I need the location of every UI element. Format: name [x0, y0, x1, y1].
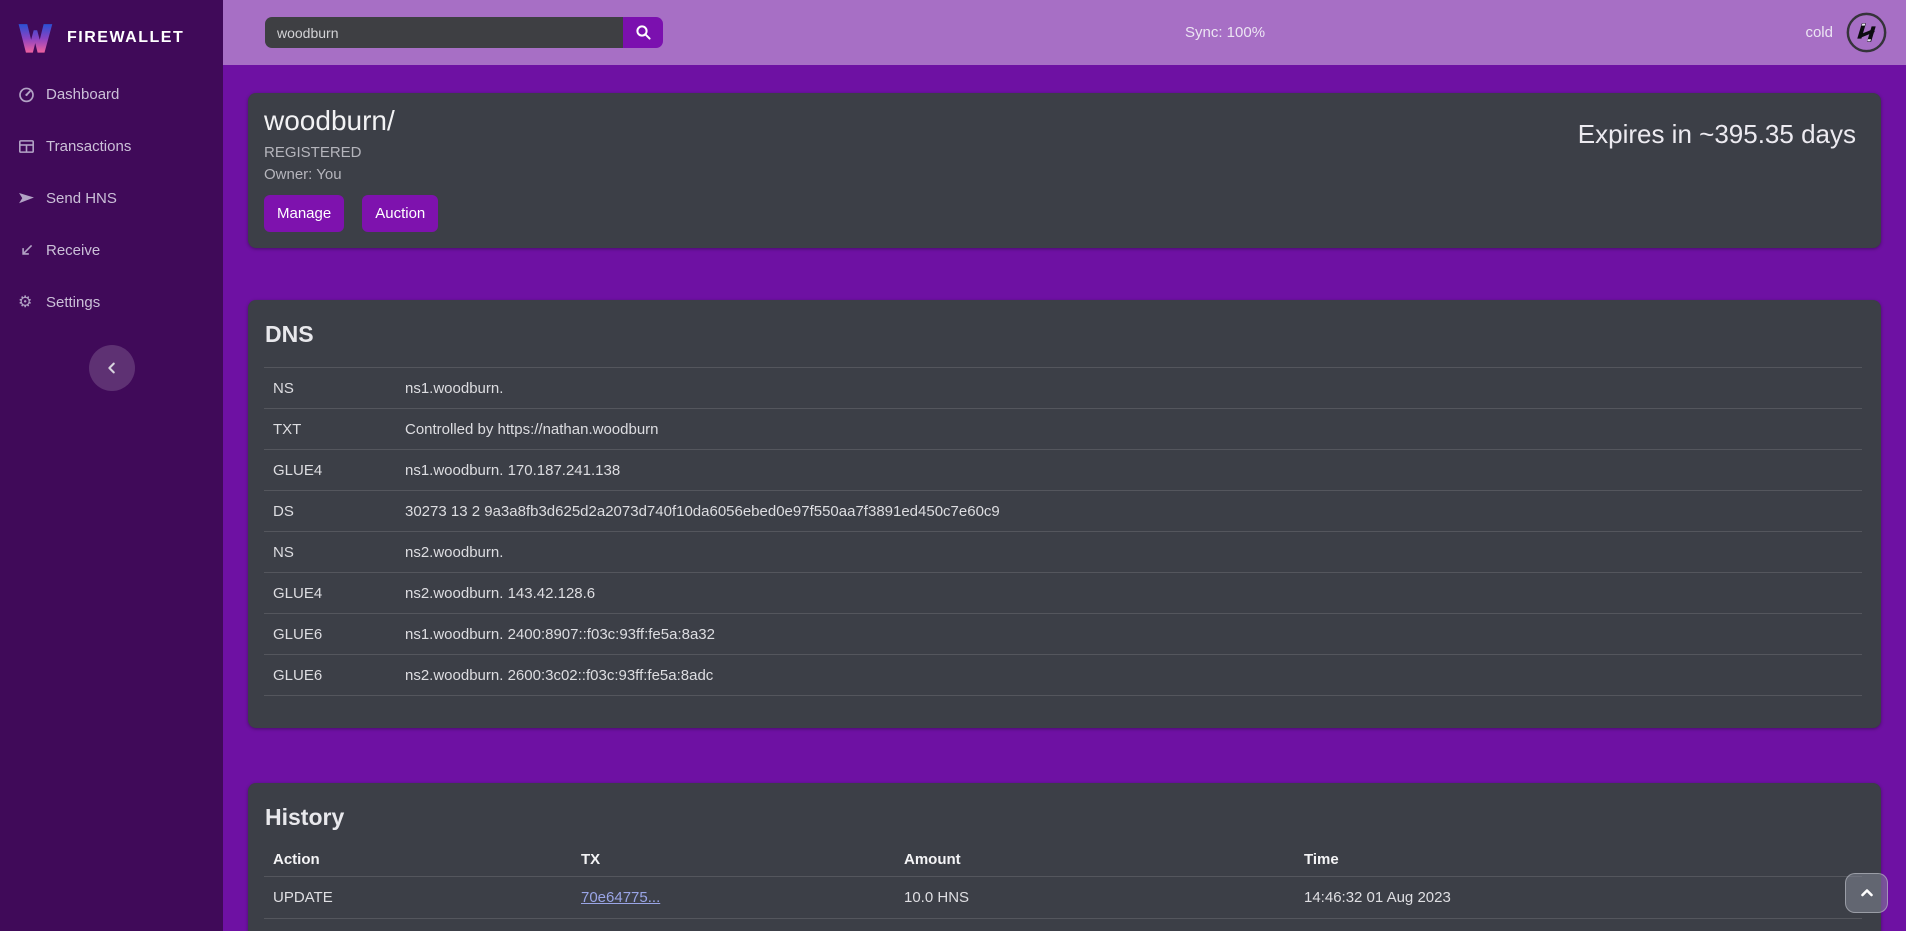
history-card: History Action TX Amount Time UPDATE 70e… [248, 783, 1881, 931]
dns-record-value: ns2.woodburn. [405, 544, 1862, 561]
sidebar-item-label: Receive [46, 242, 100, 259]
dns-record-value: Controlled by https://nathan.woodburn [405, 421, 1862, 438]
gear-icon: ⚙ [18, 294, 35, 311]
firewallet-logo-icon [16, 19, 54, 57]
sidebar-collapse-button[interactable] [89, 345, 135, 391]
domain-actions: Manage Auction [248, 183, 1881, 232]
auction-button[interactable]: Auction [362, 195, 438, 232]
sidebar-item-settings[interactable]: ⚙ Settings [0, 276, 223, 328]
sidebar-item-send-hns[interactable]: Send HNS [0, 172, 223, 224]
domain-owner-label: Owner: You [248, 161, 1881, 183]
dns-record-row: GLUE6 ns1.woodburn. 2400:8907::f03c:93ff… [264, 614, 1862, 655]
history-action: UPDATE [264, 889, 572, 906]
sidebar-item-label: Settings [46, 294, 100, 311]
topbar: Sync: 100% cold [223, 0, 1906, 65]
dns-card-title: DNS [248, 300, 1881, 348]
wallet-name-label: cold [1805, 24, 1833, 41]
column-header-tx: TX [572, 851, 895, 868]
history-table: Action TX Amount Time UPDATE 70e64775...… [264, 843, 1862, 931]
scroll-to-top-button[interactable] [1845, 873, 1888, 913]
dns-record-row: TXT Controlled by https://nathan.woodbur… [264, 409, 1862, 450]
sync-status: Sync: 100% [1185, 0, 1265, 65]
sidebar-nav: Dashboard Transactions Send HNS [0, 64, 223, 328]
sidebar-item-label: Dashboard [46, 86, 119, 103]
sidebar: FIREWALLET Dashboard Transactions [0, 0, 223, 931]
chevron-up-icon [1859, 885, 1875, 901]
search-bar [265, 17, 663, 48]
brand: FIREWALLET [0, 0, 223, 64]
transactions-table-icon [18, 138, 35, 155]
column-header-time: Time [1295, 851, 1862, 868]
dns-record-type: NS [264, 380, 405, 397]
dashboard-gauge-icon [18, 86, 35, 103]
expires-label: Expires in ~395.35 days [1578, 119, 1856, 150]
dns-record-type: NS [264, 544, 405, 561]
dns-record-value: ns1.woodburn. 2400:8907::f03c:93ff:fe5a:… [405, 626, 1862, 643]
handshake-logo-icon [1846, 12, 1887, 53]
column-header-action: Action [264, 851, 572, 868]
dns-card: DNS NS ns1.woodburn. TXT Controlled by h… [248, 300, 1881, 728]
sidebar-item-label: Transactions [46, 138, 131, 155]
domain-card: woodburn/ REGISTERED Owner: You Manage A… [248, 93, 1881, 248]
history-time: 14:46:32 01 Aug 2023 [1295, 889, 1862, 906]
search-icon [635, 24, 652, 41]
dns-record-type: GLUE4 [264, 462, 405, 479]
wallet-selector[interactable]: cold [1805, 0, 1887, 65]
dns-record-value: ns2.woodburn. 2600:3c02::f03c:93ff:fe5a:… [405, 667, 1862, 684]
dns-record-value: ns1.woodburn. [405, 380, 1862, 397]
main-content: woodburn/ REGISTERED Owner: You Manage A… [223, 65, 1906, 931]
history-row: UPDATE 70e64775... 10.0 HNS 14:46:32 01 … [264, 877, 1862, 919]
search-button[interactable] [623, 17, 663, 48]
dns-record-value: ns2.woodburn. 143.42.128.6 [405, 585, 1862, 602]
history-card-title: History [248, 783, 1881, 831]
column-header-amount: Amount [895, 851, 1295, 868]
dns-record-row: DS 30273 13 2 9a3a8fb3d625d2a2073d740f10… [264, 491, 1862, 532]
dns-table: NS ns1.woodburn. TXT Controlled by https… [264, 367, 1862, 696]
dns-record-row: GLUE4 ns1.woodburn. 170.187.241.138 [264, 450, 1862, 491]
dns-record-row: GLUE6 ns2.woodburn. 2600:3c02::f03c:93ff… [264, 655, 1862, 696]
dns-record-type: GLUE6 [264, 667, 405, 684]
search-input[interactable] [265, 17, 623, 48]
dns-record-row: NS ns1.woodburn. [264, 368, 1862, 409]
sidebar-item-dashboard[interactable]: Dashboard [0, 68, 223, 120]
chevron-left-icon [105, 361, 119, 375]
dns-record-type: GLUE6 [264, 626, 405, 643]
dns-record-row: NS ns2.woodburn. [264, 532, 1862, 573]
dns-record-type: TXT [264, 421, 405, 438]
dns-record-row: GLUE4 ns2.woodburn. 143.42.128.6 [264, 573, 1862, 614]
tx-link[interactable]: 70e64775... [581, 889, 660, 906]
dns-record-value: 30273 13 2 9a3a8fb3d625d2a2073d740f10da6… [405, 503, 1862, 520]
dns-record-type: GLUE4 [264, 585, 405, 602]
dns-record-type: DS [264, 503, 405, 520]
manage-button[interactable]: Manage [264, 195, 344, 232]
sidebar-item-transactions[interactable]: Transactions [0, 120, 223, 172]
history-row: RENEW d73c5e1... 10.0 HNS 15:45:36 07 Fe… [264, 919, 1862, 931]
brand-name: FIREWALLET [67, 29, 184, 47]
history-table-header: Action TX Amount Time [264, 843, 1862, 877]
dns-record-value: ns1.woodburn. 170.187.241.138 [405, 462, 1862, 479]
send-paper-plane-icon [18, 190, 35, 207]
history-amount: 10.0 HNS [895, 889, 1295, 906]
receive-arrow-icon [18, 242, 35, 259]
sidebar-item-label: Send HNS [46, 190, 117, 207]
sidebar-item-receive[interactable]: Receive [0, 224, 223, 276]
